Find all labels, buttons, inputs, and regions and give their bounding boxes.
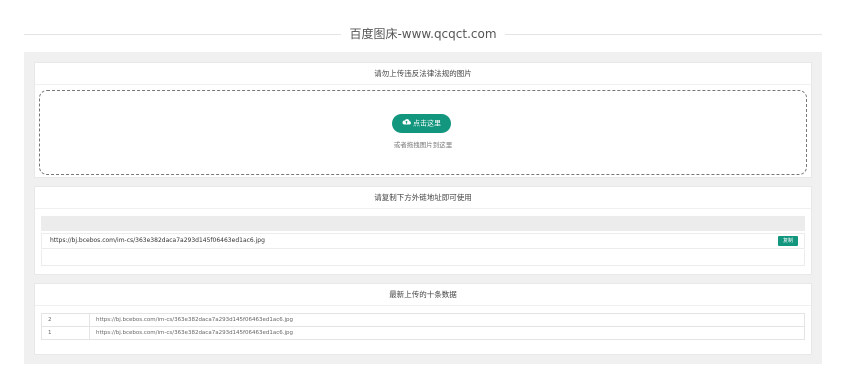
url-row-footer	[41, 250, 805, 266]
upload-card: 请勿上传违反法律法规的图片 点击这里 或者拖拽图片到这里	[34, 62, 812, 178]
row-url[interactable]: https://bj.bcebos.com/im-cs/363e382daca7…	[89, 313, 805, 327]
main-panel: 请勿上传违反法律法规的图片 点击这里 或者拖拽图片到这里 请复制下方外链地址即可…	[24, 52, 822, 364]
table-row: 2 https://bj.bcebos.com/im-cs/363e382dac…	[41, 313, 805, 327]
copy-button[interactable]: 复制	[778, 236, 798, 246]
result-toolbar	[41, 216, 805, 231]
table-row: 1 https://bj.bcebos.com/im-cs/363e382dac…	[41, 326, 805, 340]
recent-table: 2 https://bj.bcebos.com/im-cs/363e382dac…	[41, 313, 805, 340]
upload-button-label: 点击这里	[413, 119, 441, 128]
result-heading: 请复制下方外链地址即可使用	[35, 187, 811, 209]
row-id: 1	[41, 326, 90, 340]
site-title: 百度图床-www.qcqct.com	[341, 27, 505, 41]
recent-card: 最新上传的十条数据 2 https://bj.bcebos.com/im-cs/…	[34, 283, 812, 355]
upload-button[interactable]: 点击这里	[392, 114, 451, 133]
upload-heading: 请勿上传违反法律法规的图片	[35, 63, 811, 85]
row-id: 2	[41, 313, 90, 327]
site-header: 百度图床-www.qcqct.com	[24, 26, 822, 42]
drop-zone[interactable]: 点击这里 或者拖拽图片到这里	[39, 90, 807, 175]
url-row: https://bj.bcebos.com/im-cs/363e382daca7…	[41, 233, 805, 249]
result-card: 请复制下方外链地址即可使用 https://bj.bcebos.com/im-c…	[34, 186, 812, 275]
recent-heading: 最新上传的十条数据	[35, 284, 811, 306]
row-url[interactable]: https://bj.bcebos.com/im-cs/363e382daca7…	[89, 326, 805, 340]
cloud-upload-icon	[402, 114, 411, 133]
drop-hint: 或者拖拽图片到这里	[393, 141, 453, 149]
image-url-field[interactable]: https://bj.bcebos.com/im-cs/363e382daca7…	[50, 234, 265, 248]
